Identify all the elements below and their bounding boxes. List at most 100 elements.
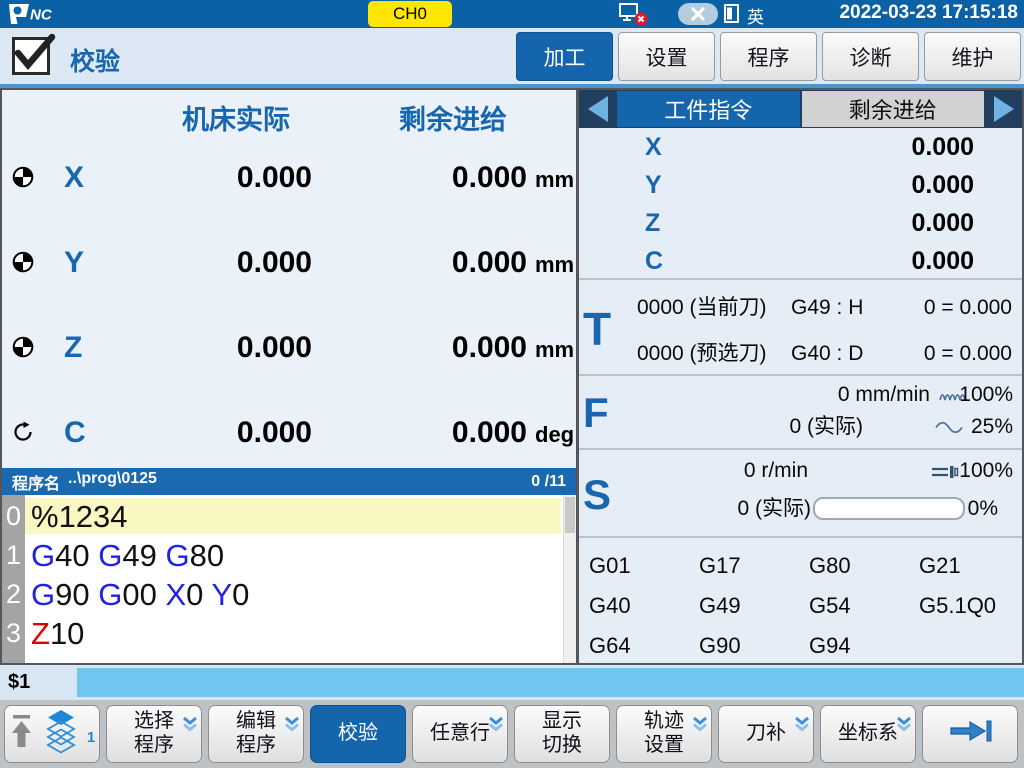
tab-prev-arrow[interactable] xyxy=(579,90,616,128)
spindle-actual-value: 0 (实际) xyxy=(738,495,812,523)
axis-row-Z: Z0.0000.000mm xyxy=(2,326,576,370)
arrow-end-icon xyxy=(947,718,993,751)
feed-section: F 0 mm/min 100% 0 (实际) 25% xyxy=(579,376,1022,450)
chevron-double-down-icon xyxy=(793,715,811,739)
axis-value: 0.000 xyxy=(911,128,974,166)
header-tab-3[interactable]: 诊断 xyxy=(822,32,919,81)
tool-row-1: 0000 (预选刀) G40 : D 0 = 0.000 xyxy=(579,338,1022,370)
toolbar-button-label: 刀补 xyxy=(746,722,786,746)
axis-value: 0.000 xyxy=(911,166,974,204)
status-highlight-strip xyxy=(77,668,1024,697)
next-menu-button[interactable] xyxy=(922,705,1018,763)
axis-value: 0.000 xyxy=(911,204,974,242)
header-tab-1[interactable]: 设置 xyxy=(618,32,715,81)
chevron-double-down-icon xyxy=(283,715,301,739)
axis-unit: mm xyxy=(535,156,574,204)
axis-value: 0.000 xyxy=(911,242,974,280)
line-number: 0 xyxy=(2,497,25,536)
datum-icon xyxy=(12,336,34,363)
line-number: 1 xyxy=(2,536,25,575)
toolbar-button-label: 设置 xyxy=(644,734,684,758)
axis-letter: Z xyxy=(64,326,82,370)
gcode-cell: G90 xyxy=(699,626,741,666)
right-triangle-icon xyxy=(994,96,1014,122)
spindle-section: S 0 r/min 100% 0 (实际) 0% xyxy=(579,450,1022,538)
layers-icon xyxy=(41,708,81,761)
chevron-double-down-icon xyxy=(895,715,913,739)
toolbar-button-label: 选择 xyxy=(134,710,174,734)
remaining-feed-value: 0.000 xyxy=(345,411,527,455)
workpiece-axis-row-Z: Z 0.000 xyxy=(579,204,1022,242)
program-path: ..\prog\0125 xyxy=(68,470,157,494)
channel-badge: CH0 xyxy=(368,1,452,27)
feed-actual-override-value: 25% xyxy=(971,413,1013,441)
gcode-status-grid: G01G17G80G21G40G49G54G5.1Q0G64G90G94 xyxy=(579,538,1022,663)
axis-unit: mm xyxy=(535,326,574,374)
edit-program-button[interactable]: 编辑程序 xyxy=(208,705,304,763)
axis-row-C: C0.0000.000deg xyxy=(2,411,576,455)
hnc-logo-icon: NC xyxy=(8,3,68,25)
chevron-double-down-icon xyxy=(691,715,709,739)
coordinate-system-button[interactable]: 坐标系 xyxy=(820,705,916,763)
gcode-cell: G5.1Q0 xyxy=(919,586,996,626)
position-panel: 机床实际 剩余进给 X0.0000.000mmY0.0000.000mmZ0.0… xyxy=(0,88,579,665)
program-line-indicator: 0 /11 xyxy=(531,473,566,491)
coordinate-tab-0[interactable]: 工件指令 xyxy=(617,91,800,127)
axis-letter: Y xyxy=(645,166,662,204)
feed-actual-value: 0 (实际) xyxy=(790,413,864,441)
tool-comp-button[interactable]: 刀补 xyxy=(718,705,814,763)
program-line-2: 2G90 G00 X0 Y0 xyxy=(2,575,563,614)
coordinate-tab-1[interactable]: 剩余进给 xyxy=(802,91,985,127)
workpiece-axis-row-Y: Y 0.000 xyxy=(579,166,1022,204)
gcode-cell: G21 xyxy=(919,546,961,586)
tab-next-arrow[interactable] xyxy=(985,90,1022,128)
axis-letter: Z xyxy=(645,204,660,242)
machine-actual-value: 0.000 xyxy=(130,326,312,370)
jump-top-layer-button[interactable]: 1 xyxy=(4,705,100,763)
header-tab-2[interactable]: 程序 xyxy=(720,32,817,81)
toolbar-button-label: 显示 xyxy=(542,710,582,734)
scrollbar-thumb[interactable] xyxy=(565,497,575,533)
toolbar-button-label: 编辑 xyxy=(236,710,276,734)
axis-letter: Y xyxy=(64,241,84,285)
machine-actual-value: 0.000 xyxy=(130,241,312,285)
toolbar-icon-group: 1 xyxy=(9,708,95,761)
layer-count-badge: 1 xyxy=(87,729,95,747)
language-book-icon xyxy=(724,4,740,24)
status-panel: 工件指令剩余进给 X0.000Y0.000Z0.000C0.000 T 0000… xyxy=(579,88,1024,665)
tool-gcode: G40 : D xyxy=(791,338,863,370)
tool-offset: 0 = 0.000 xyxy=(924,338,1012,370)
status-bar: $1 xyxy=(0,665,1024,700)
header-tab-0[interactable]: 加工 xyxy=(516,32,613,81)
program-scrollbar[interactable] xyxy=(563,495,576,663)
trajectory-settings-button[interactable]: 轨迹设置 xyxy=(616,705,712,763)
rotate-icon xyxy=(12,421,34,448)
feed-programmed-value: 0 mm/min xyxy=(838,381,930,409)
spindle-load-value: 0% xyxy=(968,495,998,523)
tool-number: 0000 (预选刀) xyxy=(637,338,767,370)
machine-actual-value: 0.000 xyxy=(130,156,312,200)
spindle-load-bar xyxy=(813,497,965,520)
display-switch-button[interactable]: 显示切换 xyxy=(514,705,610,763)
line-number: 2 xyxy=(2,575,25,614)
axis-letter: X xyxy=(64,156,84,200)
verify-button[interactable]: 校验 xyxy=(310,705,406,763)
any-line-button[interactable]: 任意行 xyxy=(412,705,508,763)
select-program-button[interactable]: 选择程序 xyxy=(106,705,202,763)
spindle-programmed-value: 0 r/min xyxy=(744,457,808,485)
header-tab-4[interactable]: 维护 xyxy=(924,32,1021,81)
line-text: Z10 xyxy=(31,614,84,653)
channel-status-label: $1 xyxy=(8,665,30,700)
toolbar-button-label: 切换 xyxy=(542,734,582,758)
gcode-row-2: G64G90G94 xyxy=(579,626,1022,666)
axis-unit: deg xyxy=(535,411,574,459)
axis-row-Y: Y0.0000.000mm xyxy=(2,241,576,285)
gcode-cell: G54 xyxy=(809,586,851,626)
language-label[interactable]: 英 xyxy=(747,3,764,28)
feed-actual-wave-icon xyxy=(934,420,964,435)
workpiece-axis-row-C: C0.000 xyxy=(579,242,1022,280)
gcode-row-0: G01G17G80G21 xyxy=(579,546,1022,586)
gcode-row-1: G40G49G54G5.1Q0 xyxy=(579,586,1022,626)
program-header: 程序名 ..\prog\0125 0 /11 xyxy=(2,468,576,495)
tool-number: 0000 (当前刀) xyxy=(637,292,767,324)
